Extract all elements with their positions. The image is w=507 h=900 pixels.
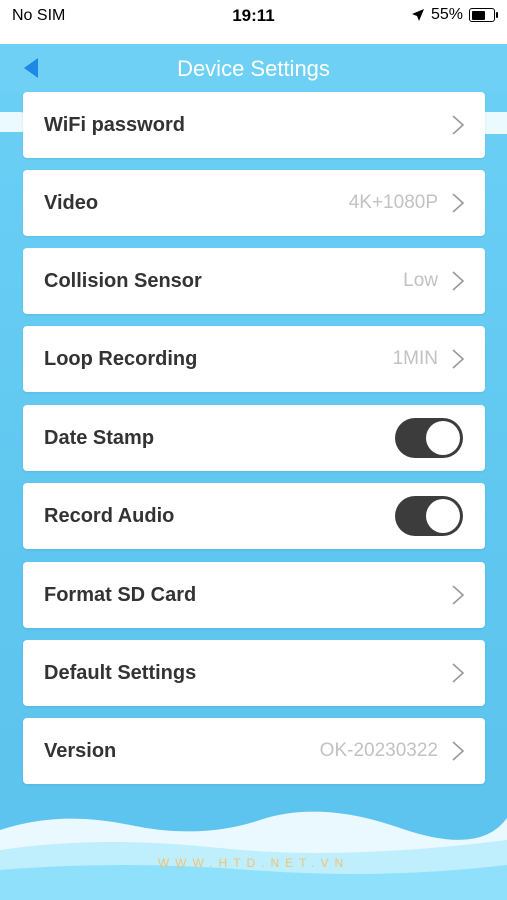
setting-value: 1MIN <box>392 348 438 369</box>
setting-label: Date Stamp <box>44 427 155 449</box>
setting-row-date-stamp: Date Stamp <box>23 405 485 471</box>
setting-label: Default Settings <box>44 662 197 684</box>
status-indicators: 55% <box>411 6 498 24</box>
chevron-right-icon <box>452 193 465 213</box>
page-title: Device Settings <box>177 56 330 81</box>
nav-header: Device Settings <box>0 44 507 92</box>
setting-row-collision-sensor[interactable]: Collision Sensor Low <box>23 248 485 314</box>
setting-row-version[interactable]: Version OK-20230322 <box>23 718 485 784</box>
chevron-right-icon <box>452 585 465 605</box>
setting-row-record-audio: Record Audio <box>23 483 485 549</box>
setting-label: Loop Recording <box>44 348 198 370</box>
bottom-wave-decoration <box>0 811 507 900</box>
date-stamp-toggle[interactable] <box>395 418 463 458</box>
battery-icon <box>469 8 498 22</box>
setting-label: Format SD Card <box>44 584 197 606</box>
setting-row-wifi-password[interactable]: WiFi password <box>23 92 485 158</box>
record-audio-toggle[interactable] <box>395 496 463 536</box>
setting-row-video[interactable]: Video 4K+1080P <box>23 170 485 236</box>
setting-row-default-settings[interactable]: Default Settings <box>23 640 485 706</box>
status-bar: No SIM 19:11 55% <box>0 0 507 44</box>
setting-label: Video <box>44 192 99 214</box>
setting-label: Record Audio <box>44 505 175 527</box>
chevron-right-icon <box>452 349 465 369</box>
setting-label: WiFi password <box>44 114 185 136</box>
setting-value: Low <box>403 270 438 291</box>
watermark-text: WWW.HTD.NET.VN <box>157 856 350 870</box>
setting-value: OK-20230322 <box>319 740 438 761</box>
setting-row-format-sd-card[interactable]: Format SD Card <box>23 562 485 628</box>
chevron-right-icon <box>452 271 465 291</box>
battery-percent: 55% <box>430 6 463 23</box>
chevron-right-icon <box>452 115 465 135</box>
location-arrow-icon <box>411 9 424 21</box>
setting-row-loop-recording[interactable]: Loop Recording 1MIN <box>23 326 485 392</box>
toggle-knob <box>426 421 460 455</box>
setting-value: 4K+1080P <box>348 192 438 213</box>
setting-label: Collision Sensor <box>44 270 202 292</box>
toggle-knob <box>426 499 460 533</box>
chevron-right-icon <box>452 741 465 761</box>
chevron-right-icon <box>452 663 465 683</box>
setting-label: Version <box>44 740 117 762</box>
